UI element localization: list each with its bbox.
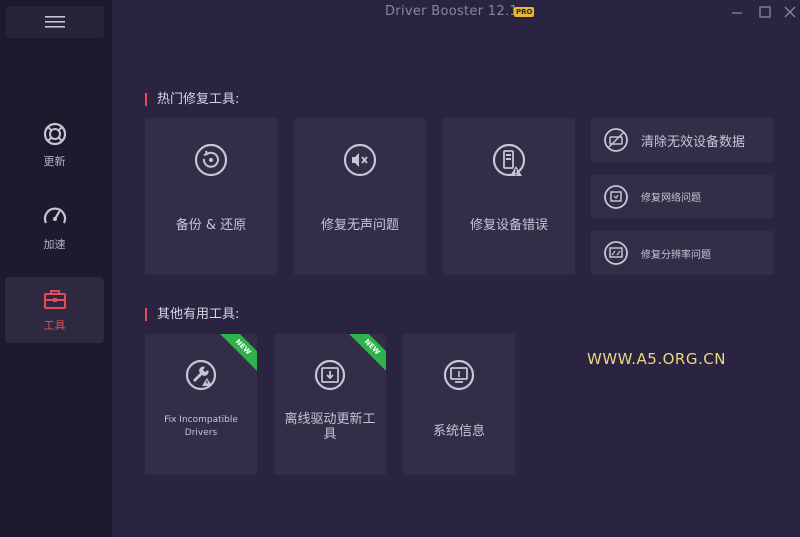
sidebar: 更新 加速 工具 xyxy=(0,0,112,537)
network-icon xyxy=(604,184,628,209)
tile-offline-driver-updater[interactable]: NEW 离线驱动更新工具 xyxy=(274,334,386,475)
sidebar-item-tools[interactable]: 工具 xyxy=(5,277,104,343)
system-info-icon xyxy=(443,359,475,391)
tile-label: Fix Incompatible Drivers xyxy=(164,415,238,438)
minimize-button[interactable] xyxy=(730,4,744,18)
wrench-warning-icon xyxy=(185,359,217,391)
app-title: Driver Booster 12.1 xyxy=(385,4,518,19)
sidebar-item-label: 加速 xyxy=(43,238,66,251)
new-badge: NEW xyxy=(344,334,386,375)
tile-fix-no-sound[interactable]: 修复无声问题 xyxy=(294,118,426,275)
offline-driver-icon xyxy=(314,359,346,391)
tile-label: 清除无效设备数据 xyxy=(641,134,746,150)
tile-label: 修复网络问题 xyxy=(641,193,701,204)
hamburger-icon xyxy=(45,16,65,28)
tile-label: 备份 & 还原 xyxy=(175,218,247,233)
toolbox-icon xyxy=(43,290,66,309)
backup-restore-icon xyxy=(194,143,228,177)
menu-button[interactable] xyxy=(6,6,104,38)
watermark: WWW.A5.ORG.CN xyxy=(587,350,726,368)
tile-fix-device-error[interactable]: 修复设备错误 xyxy=(443,118,575,275)
pro-badge: PRO xyxy=(514,7,535,17)
clean-device-icon xyxy=(604,128,628,152)
section-title-other-tools: 其他有用工具: xyxy=(145,308,239,321)
speedometer-icon xyxy=(43,207,66,224)
tile-fix-incompatible-drivers[interactable]: NEW Fix Incompatible Drivers xyxy=(145,334,257,475)
tile-label: 系统信息 xyxy=(432,424,485,439)
resolution-icon xyxy=(604,241,628,265)
minimize-icon xyxy=(732,12,742,14)
sidebar-item-update[interactable]: 更新 xyxy=(5,112,104,178)
close-icon xyxy=(784,6,796,18)
device-warning-icon xyxy=(492,143,526,177)
maximize-button[interactable] xyxy=(758,4,772,18)
tile-label: 离线驱动更新工具 xyxy=(284,412,376,442)
sidebar-item-label: 工具 xyxy=(43,319,66,332)
tile-label: 修复设备错误 xyxy=(469,218,548,233)
tile-fix-network[interactable]: 修复网络问题 xyxy=(591,175,774,218)
sidebar-item-speedup[interactable]: 加速 xyxy=(5,195,104,261)
section-title-hot-tools: 热门修复工具: xyxy=(145,93,239,106)
mute-speaker-icon xyxy=(343,143,377,177)
new-badge: NEW xyxy=(215,334,257,375)
tile-fix-resolution[interactable]: 修复分辨率问题 xyxy=(591,231,774,275)
tile-clean-device-data[interactable]: 清除无效设备数据 xyxy=(591,118,774,162)
tile-label: 修复分辨率问题 xyxy=(641,249,711,261)
update-icon xyxy=(43,122,66,146)
tile-label: 修复无声问题 xyxy=(320,218,399,233)
close-button[interactable] xyxy=(783,4,797,18)
maximize-icon xyxy=(759,6,771,18)
sidebar-item-label: 更新 xyxy=(43,155,66,168)
tile-backup-restore[interactable]: 备份 & 还原 xyxy=(145,118,277,275)
tile-system-info[interactable]: 系统信息 xyxy=(403,334,515,475)
